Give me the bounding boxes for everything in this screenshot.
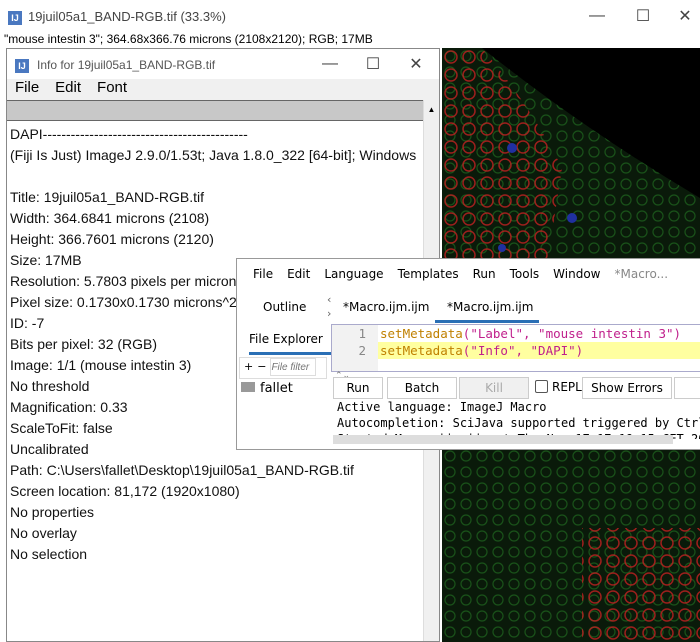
info-line: No properties bbox=[10, 504, 95, 520]
scroll-up-arrow-icon[interactable]: ▲ bbox=[424, 105, 439, 114]
line-number: 1 bbox=[358, 326, 366, 341]
info-line: No overlay bbox=[10, 525, 77, 541]
run-button[interactable]: Run bbox=[333, 377, 383, 399]
menu-font[interactable]: Font bbox=[97, 79, 127, 96]
info-line: (Fiji Is Just) ImageJ 2.9.0/1.53t; Java … bbox=[10, 147, 421, 163]
code-function: setMetadata bbox=[380, 343, 463, 358]
imagej-icon: IJ bbox=[15, 57, 29, 75]
close-button[interactable]: ✕ bbox=[393, 54, 439, 74]
console-line: Autocompletion: SciJava supported trigge… bbox=[337, 416, 700, 430]
tab-macro-1[interactable]: *Macro.ijm.ijm bbox=[343, 300, 429, 314]
menu-edit[interactable]: Edit bbox=[55, 79, 81, 96]
add-button[interactable]: + bbox=[244, 360, 253, 373]
header-bar bbox=[7, 100, 423, 121]
code-function: setMetadata bbox=[380, 326, 463, 341]
menu-run[interactable]: Run bbox=[473, 267, 496, 281]
menu-file[interactable]: File bbox=[15, 79, 39, 96]
maximize-button[interactable]: ☐ bbox=[620, 6, 666, 26]
info-line: No selection bbox=[10, 546, 88, 562]
code-args: ("Label", "mouse intestin 3") bbox=[462, 326, 682, 341]
kill-button[interactable]: Kill bbox=[459, 377, 529, 399]
main-title-bar: IJ 19juil05a1_BAND-RGB.tif (33.3%) — ☐ ✕ bbox=[0, 0, 700, 32]
editor-menu-bar: File Edit Language Templates Run Tools Window *… bbox=[253, 267, 682, 281]
info-line: DAPI------------------------------------… bbox=[10, 126, 248, 142]
folder-icon bbox=[241, 382, 255, 392]
tab-file-explorer[interactable]: File Explorer bbox=[249, 332, 331, 355]
info-line bbox=[10, 166, 421, 187]
close-button[interactable]: ✕ bbox=[662, 6, 700, 26]
info-line: Width: 364.6841 microns (2108) bbox=[10, 210, 210, 226]
menu-tools[interactable]: Tools bbox=[510, 267, 540, 281]
tree-item-label: fallet bbox=[260, 381, 293, 396]
minimize-button[interactable]: — bbox=[574, 7, 620, 25]
main-window-title: 19juil05a1_BAND-RGB.tif (33.3%) bbox=[28, 9, 226, 24]
menu-templates[interactable]: Templates bbox=[398, 267, 459, 281]
script-editor-window: File Edit Language Templates Run Tools Window *… bbox=[236, 258, 700, 450]
info-line: Height: 366.7601 microns (2120) bbox=[10, 231, 214, 247]
tree-item-fallet[interactable]: fallet bbox=[241, 381, 293, 396]
info-line: Path: C:\Users\fallet\Desktop\19juil05a1… bbox=[10, 462, 354, 478]
imagej-icon: IJ bbox=[8, 9, 22, 27]
clear-button[interactable] bbox=[674, 377, 700, 399]
minimize-button[interactable]: — bbox=[307, 55, 353, 73]
info-menu-bar: File Edit Font bbox=[7, 79, 439, 100]
code-args: ("Info", "DAPI") bbox=[462, 343, 584, 358]
code-line: 1 setMetadata("Label", "mouse intestin 3"… bbox=[332, 326, 681, 341]
tab-macro-2-active[interactable]: *Macro.ijm.ijm bbox=[435, 293, 539, 323]
line-number: 2 bbox=[358, 343, 366, 358]
console-output: Active language: ImageJ Macro Autocomple… bbox=[337, 399, 700, 439]
tab-outline[interactable]: Outline bbox=[263, 300, 306, 314]
info-window-title: Info for 19juil05a1_BAND-RGB.tif bbox=[37, 58, 216, 72]
horizontal-scrollbar[interactable] bbox=[333, 435, 673, 444]
repl-label: REPL bbox=[552, 380, 582, 394]
editor-title: *Macro... bbox=[614, 267, 669, 281]
code-line: 2 setMetadata("Info", "DAPI") bbox=[332, 343, 583, 358]
menu-language[interactable]: Language bbox=[324, 267, 383, 281]
batch-button[interactable]: Batch bbox=[387, 377, 457, 399]
menu-file[interactable]: File bbox=[253, 267, 273, 281]
menu-edit[interactable]: Edit bbox=[287, 267, 310, 281]
tab-scroll-arrows-icon[interactable]: ‹ › bbox=[327, 293, 331, 321]
show-errors-button[interactable]: Show Errors bbox=[582, 377, 672, 399]
image-status-line: "mouse intestin 3"; 364.68x366.76 micron… bbox=[4, 32, 373, 46]
info-line: Title: 19juil05a1_BAND-RGB.tif bbox=[10, 189, 205, 205]
console-line: Active language: ImageJ Macro bbox=[337, 400, 547, 414]
repl-checkbox[interactable] bbox=[535, 380, 548, 393]
info-line: Screen location: 81,172 (1920x1080) bbox=[10, 483, 240, 499]
remove-button[interactable]: − bbox=[257, 360, 266, 373]
file-explorer-toolbar: + − bbox=[239, 357, 327, 379]
menu-window[interactable]: Window bbox=[553, 267, 600, 281]
file-filter-input[interactable] bbox=[270, 358, 317, 376]
code-editor[interactable]: 1 setMetadata("Label", "mouse intestin 3"… bbox=[331, 324, 700, 372]
maximize-button[interactable]: ☐ bbox=[350, 54, 396, 74]
